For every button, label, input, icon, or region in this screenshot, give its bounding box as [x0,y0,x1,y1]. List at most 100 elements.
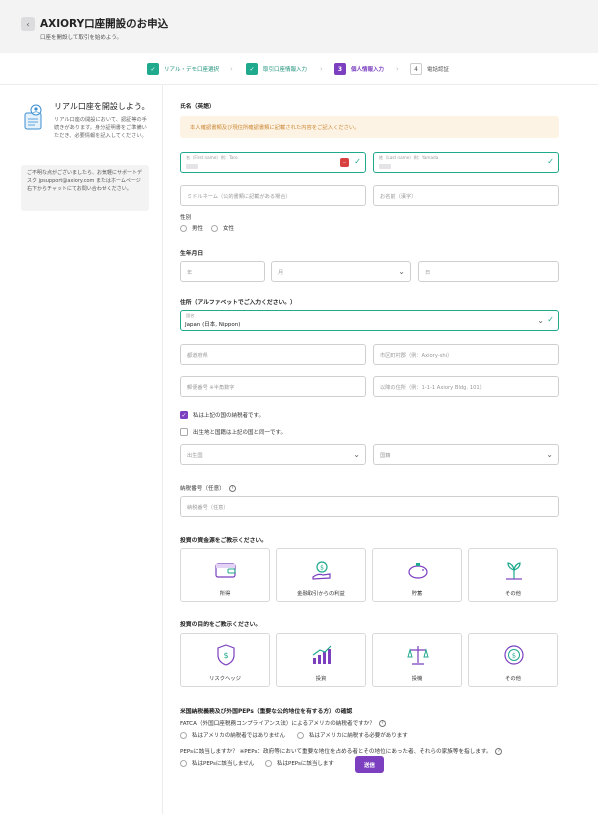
kanji-name-field[interactable]: お名前（漢字） [373,185,559,206]
gender-option-label: 男性 [192,226,204,232]
purpose-option-other[interactable]: $ その他 [468,633,558,687]
fatca-question-text: FATCA（外国口座税務コンプライアンス法）によるアメリカの納税者ですか？ [180,721,375,727]
coin-cycle-icon: $ [504,645,524,665]
country-select[interactable]: 国名 Japan (日本, Nippon) ⌄ ✓ [180,310,559,331]
peps-radio-peps[interactable]: 私はPEPsに該当します [265,759,334,767]
gender-label: 性別 [180,215,192,221]
radio-icon [297,731,304,739]
purpose-option-label: 投機 [411,676,423,682]
birthplace-checkbox-label: 出生地と国籍は上記の国と同一です。 [193,430,286,436]
birth-year-field[interactable]: 年 [180,261,265,282]
last-name-field[interactable]: 姓（Last name）例：Yamada ✓ [373,152,559,173]
purpose-option-label: 投資 [315,676,327,682]
birth-day-field[interactable]: 日 [418,261,559,282]
step-label: リアル・デモ口座選択 [164,67,219,73]
bar-chart-icon [312,645,332,664]
svg-text:$: $ [223,651,228,660]
funds-option-label: 貯蓄 [411,591,423,597]
middle-name-placeholder: ミドルネーム（公的書類に記載がある場合） [187,194,291,200]
birthdate-label: 生年月日 [180,251,204,257]
purpose-option-label: その他 [505,676,521,682]
check-icon: ✓ [354,157,361,166]
help-icon[interactable]: ? [495,748,503,755]
submit-button[interactable]: 送信 [355,756,384,773]
step-account-type: ✓ リアル・デモ口座選択 [147,63,219,75]
city-placeholder: 市区町村郡（例：Axiory-shi） [380,353,453,359]
purpose-option-speculation[interactable]: 投機 [372,633,462,687]
radio-icon [180,224,187,232]
us-peps-label: 米国納税義務及び外国PEPs（重要な公的地位を有する方）の確認 [180,709,353,715]
birth-country-select[interactable]: 出生国 ⌄ [180,444,366,465]
birth-country-placeholder: 出生国 [187,453,203,459]
money-hand-icon: $ [312,561,331,580]
city-field[interactable]: 市区町村郡（例：Axiory-shi） [373,344,559,365]
chevron-right-icon: › [230,65,233,73]
birthplace-checkbox[interactable]: 出生地と国籍は上記の国と同一です。 [180,428,286,436]
autofill-icon[interactable]: ··· [340,158,349,167]
page-title: AXIORY口座開設のお申込 [40,18,169,30]
funds-option-label: その他 [505,591,521,597]
step-label: 取引口座情報入力 [263,67,308,73]
street-address-field[interactable]: 以降の住所（例：1-1-1 Axiory Bldg. 101） [373,376,559,397]
account-form-icon [24,104,42,130]
plant-money-icon [506,562,522,580]
name-notice-banner: 本人確認書類及び現住所確認書類に記載された内容をご記入ください。 [180,116,559,138]
birth-day-placeholder: 日 [425,270,431,276]
nationality-placeholder: 国籍 [380,453,391,459]
chevron-down-icon: ⌄ [546,450,553,459]
country-label: 国名 [186,313,195,318]
chevron-down-icon: ⌄ [537,316,544,325]
funds-option-label: 所得 [219,591,231,597]
funds-option-other[interactable]: その他 [468,548,558,602]
check-icon: ✓ [147,63,159,75]
page-header: ‹ AXIORY口座開設のお申込 口座を開設して取引を始めよう。 [0,0,598,53]
middle-name-field[interactable]: ミドルネーム（公的書類に記載がある場合） [180,185,366,206]
fatca-option-label: 私はアメリカの納税者ではありません [192,733,286,739]
purpose-label: 投資の目的をご教示ください。 [180,622,262,628]
funds-option-savings[interactable]: 貯蓄 [372,548,462,602]
peps-radio-not-peps[interactable]: 私はPEPsに該当しません [180,759,254,767]
funds-option-trading-profit[interactable]: $ 金融取引からの利益 [276,548,366,602]
fatca-question: FATCA（外国口座税務コンプライアンス法）によるアメリカの納税者ですか？? [180,719,386,727]
prefecture-field[interactable]: 都道府県 [180,344,366,365]
funds-option-label: 金融取引からの利益 [297,591,345,597]
wallet-icon [215,563,236,578]
street-address-placeholder: 以降の住所（例：1-1-1 Axiory Bldg. 101） [380,385,485,391]
country-value: Japan (日本, Nippon) [185,322,241,328]
step-label: 電話認証 [427,67,450,73]
gender-radio-female[interactable]: 女性 [211,224,234,232]
tin-placeholder: 納税番号（任意） [187,505,229,511]
check-icon: ✓ [547,157,554,166]
peps-option-label: 私はPEPsに該当します [277,761,334,767]
tin-field[interactable]: 納税番号（任意） [180,496,559,517]
help-icon[interactable]: ? [378,720,386,727]
fatca-radio-us[interactable]: 私はアメリカに納税する必要があります [297,731,408,739]
funds-option-income[interactable]: 所得 [180,548,270,602]
gender-radio-male[interactable]: 男性 [180,224,203,232]
help-icon[interactable]: ? [228,485,236,492]
page-subtitle: 口座を開設して取引を始めよう。 [40,35,123,41]
first-name-label: 名（First name）例：Taro [186,155,238,160]
peps-option-label: 私はPEPsに該当しません [192,761,255,767]
chevron-right-icon: › [320,65,323,73]
step-personal-info: 3 個人情報入力 [334,63,384,75]
purpose-option-risk-hedge[interactable]: $ リスクヘッジ [180,633,270,687]
step-phone-verification: 4 電話認証 [410,63,449,75]
taxpayer-checkbox[interactable]: ✓ 私は上記の国の納税者です。 [180,411,264,419]
nationality-select[interactable]: 国籍 ⌄ [373,444,559,465]
svg-text:$: $ [512,652,516,660]
postal-code-field[interactable]: 郵便番号 ※半角数字 [180,376,366,397]
radio-icon [211,224,218,232]
first-name-field[interactable]: 名（First name）例：Taro ··· ✓ [180,152,366,173]
peps-question: PEPsに該当しますか？ ※PEPs：政府等において重要な地位を占める者とその地… [180,747,503,755]
fatca-radio-not-us[interactable]: 私はアメリカの納税者ではありません [180,731,285,739]
last-name-value [379,164,391,169]
radio-icon [180,731,187,739]
gender-option-label: 女性 [223,226,235,232]
birth-month-select[interactable]: 月 ⌄ [271,261,411,282]
sidebar-heading: リアル口座を開設しよう。 [54,102,150,111]
kanji-name-placeholder: お名前（漢字） [380,194,417,200]
purpose-option-investment[interactable]: 投資 [276,633,366,687]
chevron-down-icon: ⌄ [353,450,360,459]
back-button[interactable]: ‹ [21,17,35,31]
